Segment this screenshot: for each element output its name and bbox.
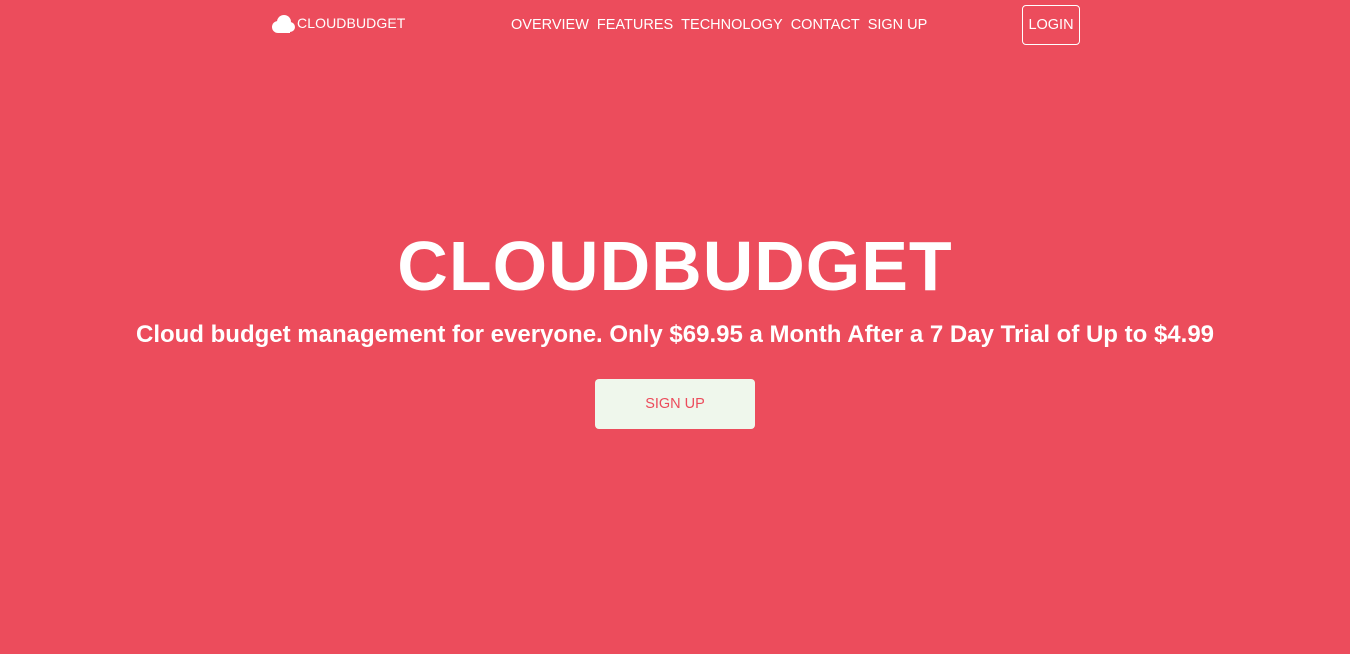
sign-up-button[interactable]: SIGN UP (595, 379, 755, 429)
login-button[interactable]: LOGIN (1022, 5, 1080, 45)
nav-link-contact[interactable]: CONTACT (791, 16, 860, 34)
nav-link-overview[interactable]: OVERVIEW (511, 16, 589, 34)
cloud-icon (270, 14, 296, 34)
nav-link-sign-up[interactable]: SIGN UP (868, 16, 928, 34)
brand-label: CLOUDBUDGET (297, 15, 406, 31)
hero-title: CLOUDBUDGET (397, 227, 953, 305)
nav-links: OVERVIEW FEATURES TECHNOLOGY CONTACT SIG… (511, 16, 927, 34)
brand-logo-link[interactable]: CLOUDBUDGET (270, 14, 405, 34)
hero-subtitle: Cloud budget management for everyone. On… (135, 321, 1215, 348)
navbar: CLOUDBUDGET OVERVIEW FEATURES TECHNOLOGY… (0, 0, 1350, 50)
nav-link-features[interactable]: FEATURES (597, 16, 673, 34)
nav-link-technology[interactable]: TECHNOLOGY (681, 16, 783, 34)
